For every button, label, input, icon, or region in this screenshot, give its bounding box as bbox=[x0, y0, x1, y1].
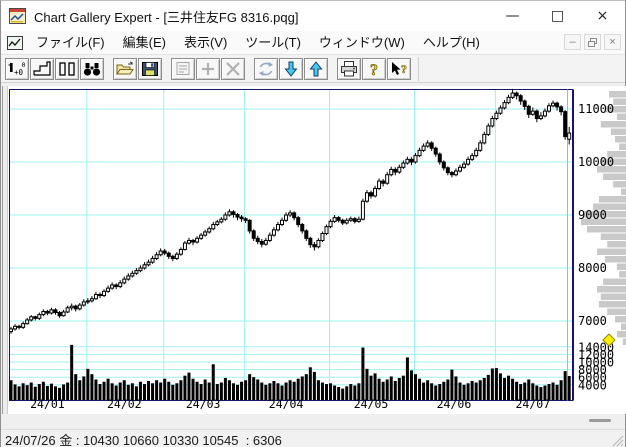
minimize-button[interactable]: — bbox=[490, 1, 535, 31]
title-bar: Chart Gallery Expert - [三井住友FG 8316.pqg]… bbox=[1, 1, 625, 31]
help-question-icon: ? bbox=[364, 60, 384, 78]
svg-text:24/05: 24/05 bbox=[354, 397, 389, 411]
status-quote-text: 24/07/26 金 : 10430 10660 10330 10545 : 6… bbox=[5, 430, 282, 447]
menu-help[interactable]: ヘルプ(H) bbox=[414, 31, 489, 54]
menu-tools[interactable]: ツール(T) bbox=[236, 31, 310, 54]
mdi-close-button[interactable]: × bbox=[604, 34, 621, 50]
daily-bar-chart-icon: +0 0 bbox=[7, 60, 27, 78]
daily-bar-chart-button[interactable]: +0 0 bbox=[5, 58, 29, 80]
app-window: Chart Gallery Expert - [三井住友FG 8316.pqg]… bbox=[0, 0, 626, 447]
x-icon bbox=[223, 60, 243, 78]
plus-icon bbox=[198, 60, 218, 78]
svg-text:9000: 9000 bbox=[578, 208, 607, 222]
properties-button[interactable] bbox=[171, 58, 195, 80]
help-button[interactable]: ? bbox=[362, 58, 386, 80]
printer-icon bbox=[339, 60, 359, 78]
columns-button[interactable] bbox=[55, 58, 79, 80]
step-line-icon bbox=[32, 60, 52, 78]
add-button[interactable] bbox=[196, 58, 220, 80]
mdi-window-buttons: – × bbox=[564, 34, 621, 50]
svg-text:+0: +0 bbox=[14, 68, 24, 77]
maximize-button[interactable]: □ bbox=[535, 1, 580, 31]
svg-text:?: ? bbox=[401, 62, 407, 76]
delete-button[interactable] bbox=[221, 58, 245, 80]
document-chart-icon bbox=[7, 36, 23, 50]
mdi-minimize-button[interactable]: – bbox=[564, 34, 581, 50]
resize-grip-icon[interactable] bbox=[610, 433, 624, 447]
menu-edit[interactable]: 編集(E) bbox=[114, 31, 175, 54]
rotate-arrows-icon bbox=[256, 60, 276, 78]
arrow-up-icon bbox=[306, 60, 326, 78]
columns-icon bbox=[57, 60, 77, 78]
cursor-question-icon: ? bbox=[389, 60, 409, 78]
svg-text:11000: 11000 bbox=[578, 102, 614, 116]
horizontal-scrollbar-thumb[interactable] bbox=[589, 419, 611, 422]
horizontal-scrollbar-track[interactable] bbox=[1, 414, 625, 429]
save-floppy-icon bbox=[140, 60, 160, 78]
svg-text:24/03: 24/03 bbox=[186, 397, 221, 411]
arrow-down-icon bbox=[281, 60, 301, 78]
menu-bar: ファイル(F) 編集(E) 表示(V) ツール(T) ウィンドウ(W) ヘルプ(… bbox=[1, 31, 625, 55]
binoculars-icon bbox=[82, 60, 102, 78]
status-bar: 24/07/26 金 : 10430 10660 10330 10545 : 6… bbox=[1, 429, 625, 447]
binoculars-search-button[interactable] bbox=[80, 58, 104, 80]
menu-file[interactable]: ファイル(F) bbox=[27, 31, 114, 54]
save-file-button[interactable] bbox=[138, 58, 162, 80]
stock-chart-canvas[interactable]: 1100010000900080007000140001200010000800… bbox=[1, 86, 626, 414]
svg-text:24/07: 24/07 bbox=[516, 397, 551, 411]
open-folder-icon bbox=[115, 60, 135, 78]
window-title: Chart Gallery Expert - [三井住友FG 8316.pqg] bbox=[34, 7, 298, 26]
caption-buttons: — □ × bbox=[490, 1, 625, 31]
rotate-update-button[interactable] bbox=[254, 58, 278, 80]
app-icon bbox=[9, 8, 26, 24]
svg-text:10000: 10000 bbox=[578, 155, 614, 169]
menu-view[interactable]: 表示(V) bbox=[175, 31, 236, 54]
svg-text:8000: 8000 bbox=[578, 261, 607, 275]
svg-text:4000: 4000 bbox=[578, 378, 607, 392]
svg-text:24/01: 24/01 bbox=[30, 397, 65, 411]
svg-text:0: 0 bbox=[22, 61, 26, 69]
arrow-down-button[interactable] bbox=[279, 58, 303, 80]
context-help-button[interactable]: ? bbox=[387, 58, 411, 80]
open-file-button[interactable] bbox=[113, 58, 137, 80]
svg-text:24/06: 24/06 bbox=[437, 397, 472, 411]
close-button[interactable]: × bbox=[580, 1, 625, 31]
mdi-restore-button[interactable] bbox=[584, 34, 601, 50]
properties-icon bbox=[173, 60, 193, 78]
toolbar: +0 0 bbox=[1, 55, 625, 83]
svg-text:?: ? bbox=[370, 62, 378, 78]
menu-window[interactable]: ウィンドウ(W) bbox=[310, 31, 414, 54]
svg-text:7000: 7000 bbox=[578, 314, 607, 328]
svg-text:24/02: 24/02 bbox=[107, 397, 142, 411]
arrow-up-button[interactable] bbox=[304, 58, 328, 80]
print-button[interactable] bbox=[337, 58, 361, 80]
step-line-button[interactable] bbox=[30, 58, 54, 80]
svg-text:24/04: 24/04 bbox=[269, 397, 304, 411]
